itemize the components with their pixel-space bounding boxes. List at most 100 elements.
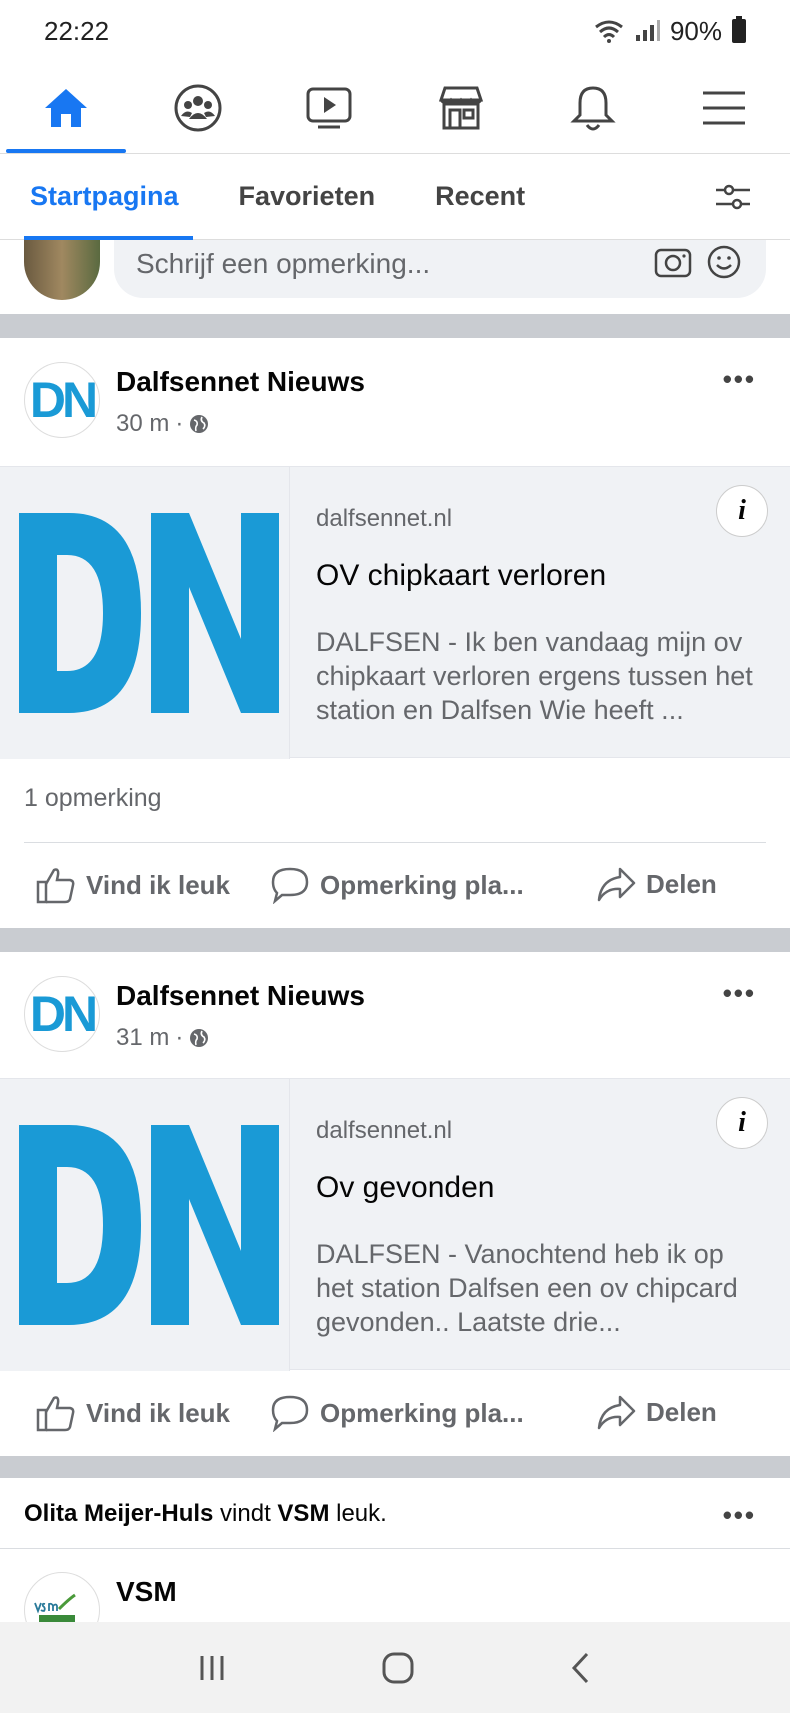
- link-title: OV chipkaart verloren: [316, 559, 607, 592]
- avatar[interactable]: [24, 240, 100, 300]
- tab-startpagina[interactable]: Startpagina: [24, 154, 193, 240]
- post-actions: Vind ik leuk Opmerking pla... Delen: [0, 1372, 790, 1456]
- activity-line: Olita Meijer-Huls vindt VSM leuk.: [24, 1500, 387, 1528]
- page-avatar-logo: DN: [29, 372, 98, 428]
- post-actions: Vind ik leuk Opmerking pla... Delen: [0, 844, 790, 928]
- link-title: Ov gevonden: [316, 1171, 495, 1204]
- divider: [0, 1548, 790, 1549]
- nav-menu[interactable]: [658, 62, 790, 153]
- share-button[interactable]: Delen: [596, 866, 717, 902]
- post-header: DN Dalfsennet Nieuws 30 m · •••: [0, 338, 790, 466]
- activity-verb: vindt: [220, 1500, 271, 1527]
- link-preview-card[interactable]: dalfsennet.nl Ov gevonden DALFSEN - Vano…: [0, 1078, 790, 1371]
- nav-notifications[interactable]: [527, 62, 659, 153]
- post-author[interactable]: Dalfsennet Nieuws: [116, 980, 365, 1012]
- comment-button[interactable]: Opmerking pla...: [270, 866, 524, 904]
- status-bar: 22:22 90%: [0, 0, 790, 62]
- battery-icon: [732, 16, 746, 43]
- top-navigation: [0, 62, 790, 154]
- divider: [24, 842, 766, 843]
- groups-icon: [174, 84, 221, 131]
- nav-marketplace[interactable]: [395, 62, 527, 153]
- link-domain: dalfsennet.nl: [316, 1117, 453, 1144]
- globe-icon: [190, 415, 209, 433]
- post-meta: 30 m ·: [116, 410, 209, 438]
- activity-page[interactable]: VSM: [277, 1500, 329, 1527]
- post-time: 31 m: [116, 1024, 170, 1051]
- menu-icon: [703, 91, 746, 124]
- link-preview-card[interactable]: dalfsennet.nl OV chipkaart verloren DALF…: [0, 466, 790, 759]
- post-author[interactable]: Dalfsennet Nieuws: [116, 366, 365, 398]
- post-meta: 31 m ·: [116, 1024, 209, 1052]
- comment-count[interactable]: 1 opmerking: [24, 784, 162, 813]
- activity-person[interactable]: Olita Meijer-Huls: [24, 1500, 213, 1527]
- back-icon[interactable]: [569, 1651, 593, 1685]
- more-options-icon[interactable]: •••: [723, 1500, 756, 1531]
- feed-separator: [0, 928, 790, 952]
- link-description: DALFSEN - Vanochtend heb ik op het stati…: [316, 1239, 738, 1337]
- nav-watch[interactable]: [263, 62, 395, 153]
- post-time: 30 m: [116, 410, 170, 437]
- comment-label: Opmerking pla...: [320, 869, 524, 900]
- status-indicators: 90%: [594, 16, 746, 47]
- page-avatar[interactable]: DN: [24, 976, 100, 1052]
- like-label: Vind ik leuk: [86, 869, 231, 900]
- link-thumbnail: [0, 467, 290, 759]
- like-button[interactable]: Vind ik leuk: [36, 1394, 230, 1432]
- like-icon: [36, 868, 75, 904]
- page-avatar[interactable]: DN: [24, 362, 100, 438]
- comment-placeholder: Schrijf een opmerking...: [136, 248, 431, 279]
- comment-icon: [271, 867, 309, 904]
- dn-logo-icon: [18, 513, 279, 713]
- share-button[interactable]: Delen: [596, 1394, 717, 1430]
- share-label: Delen: [646, 868, 717, 899]
- status-time: 22:22: [44, 15, 110, 46]
- camera-icon[interactable]: [654, 244, 692, 278]
- activity-suffix: leuk.: [336, 1500, 387, 1527]
- home-icon: [44, 88, 87, 127]
- marketplace-icon: [438, 86, 483, 129]
- comment-row: Schrijf een opmerking...: [0, 240, 790, 314]
- battery-percentage: 90%: [669, 15, 722, 46]
- comment-icons: [654, 244, 742, 280]
- like-button[interactable]: Vind ik leuk: [36, 866, 230, 904]
- emoji-icon[interactable]: [706, 244, 742, 280]
- link-thumbnail: [0, 1079, 290, 1371]
- tab-recent[interactable]: Recent: [435, 154, 525, 240]
- feed-separator: [0, 1456, 790, 1478]
- dn-logo-icon: [18, 1125, 279, 1325]
- meta-dot: ·: [175, 1024, 184, 1051]
- comment-label: Opmerking pla...: [320, 1397, 524, 1428]
- share-icon: [597, 867, 636, 902]
- meta-dot: ·: [175, 410, 184, 437]
- like-label: Vind ik leuk: [86, 1397, 231, 1428]
- filter-icon[interactable]: [714, 182, 752, 212]
- notifications-icon: [569, 85, 616, 130]
- link-description: DALFSEN - Ik ben vandaag mijn ov chipkaa…: [316, 627, 753, 725]
- comment-button[interactable]: Opmerking pla...: [270, 1394, 524, 1432]
- more-options-icon[interactable]: •••: [723, 978, 756, 1009]
- recent-apps-icon[interactable]: [197, 1654, 227, 1682]
- watch-icon: [306, 87, 352, 128]
- nav-groups[interactable]: [132, 62, 264, 153]
- link-domain: dalfsennet.nl: [316, 505, 453, 532]
- like-icon: [36, 1396, 75, 1432]
- feed-tabs: Startpagina Favorieten Recent: [0, 154, 790, 240]
- post-author[interactable]: VSM: [116, 1576, 177, 1608]
- wifi-icon: [595, 20, 623, 43]
- home-button-icon[interactable]: [381, 1651, 415, 1685]
- share-label: Delen: [646, 1396, 717, 1427]
- info-icon[interactable]: i: [716, 485, 768, 537]
- comment-icon: [271, 1395, 309, 1432]
- info-icon[interactable]: i: [716, 1097, 768, 1149]
- nav-home[interactable]: [0, 62, 132, 153]
- tab-favorieten[interactable]: Favorieten: [239, 154, 376, 240]
- post-header: DN Dalfsennet Nieuws 31 m · •••: [0, 952, 790, 1080]
- feed-separator: [0, 314, 790, 338]
- share-icon: [597, 1395, 636, 1430]
- page-avatar-logo: DN: [29, 986, 98, 1042]
- signal-icon: [635, 20, 660, 41]
- more-options-icon[interactable]: •••: [723, 364, 756, 395]
- android-navigation-bar: [0, 1622, 790, 1713]
- globe-icon: [190, 1029, 209, 1047]
